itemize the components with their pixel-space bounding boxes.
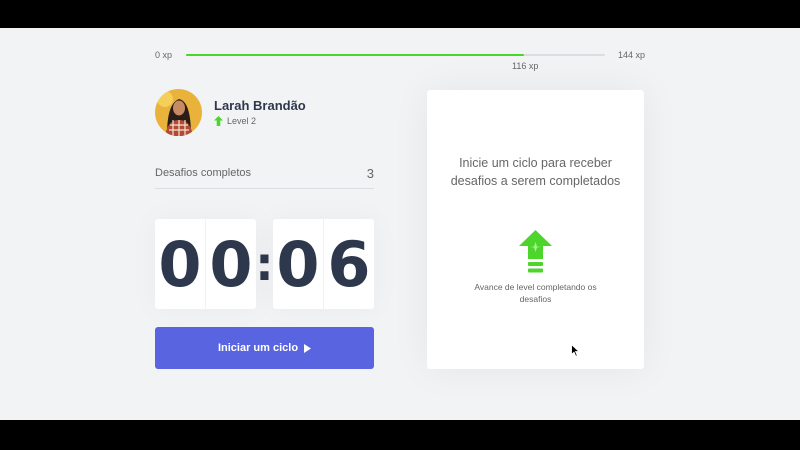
seconds-digit-ones: 6 (323, 219, 374, 309)
xp-end-label: 144 xp (618, 50, 646, 60)
seconds-digit-tens: 0 (276, 227, 320, 301)
play-icon (304, 343, 312, 353)
minutes-digit-tens: 0 (158, 227, 202, 301)
countdown-minutes: 0 0 (155, 219, 256, 309)
minutes-digit-ones: 0 (205, 219, 256, 309)
mouse-cursor-icon (571, 344, 580, 357)
xp-start-label: 0 xp (155, 50, 173, 60)
start-cycle-button[interactable]: Iniciar um ciclo (155, 327, 374, 369)
challenge-box-title: Inicie um ciclo para receber desafios a … (450, 156, 621, 188)
countdown: 0 0 : 0 6 (155, 219, 374, 309)
completed-challenges: Desafios completos 3 (155, 160, 374, 189)
profile-name: Larah Brandão (214, 98, 306, 113)
xp-current-label: 116 xp (512, 61, 539, 71)
completed-challenges-count: 3 (366, 166, 374, 181)
countdown-seconds: 0 6 (273, 219, 374, 309)
avatar (155, 89, 202, 136)
challenge-box-subtitle: Avance de level completando os desafios (474, 282, 597, 304)
app-window: 0 xp 144 xp 116 xp Larah Brandão Level 2… (0, 28, 800, 420)
countdown-separator: : (255, 237, 274, 291)
xp-bar (186, 54, 605, 56)
xp-bar-fill (186, 54, 524, 56)
level-label: Level 2 (227, 116, 257, 126)
level-up-icon (519, 230, 552, 273)
level-up-small-icon (214, 116, 223, 126)
challenge-box: Inicie um ciclo para receber desafios a … (427, 90, 644, 369)
completed-challenges-label: Desafios completos (155, 167, 251, 179)
start-cycle-label: Iniciar um ciclo (217, 342, 299, 354)
profile-level: Level 2 (214, 116, 256, 126)
avatar-photo-icon (155, 89, 202, 136)
